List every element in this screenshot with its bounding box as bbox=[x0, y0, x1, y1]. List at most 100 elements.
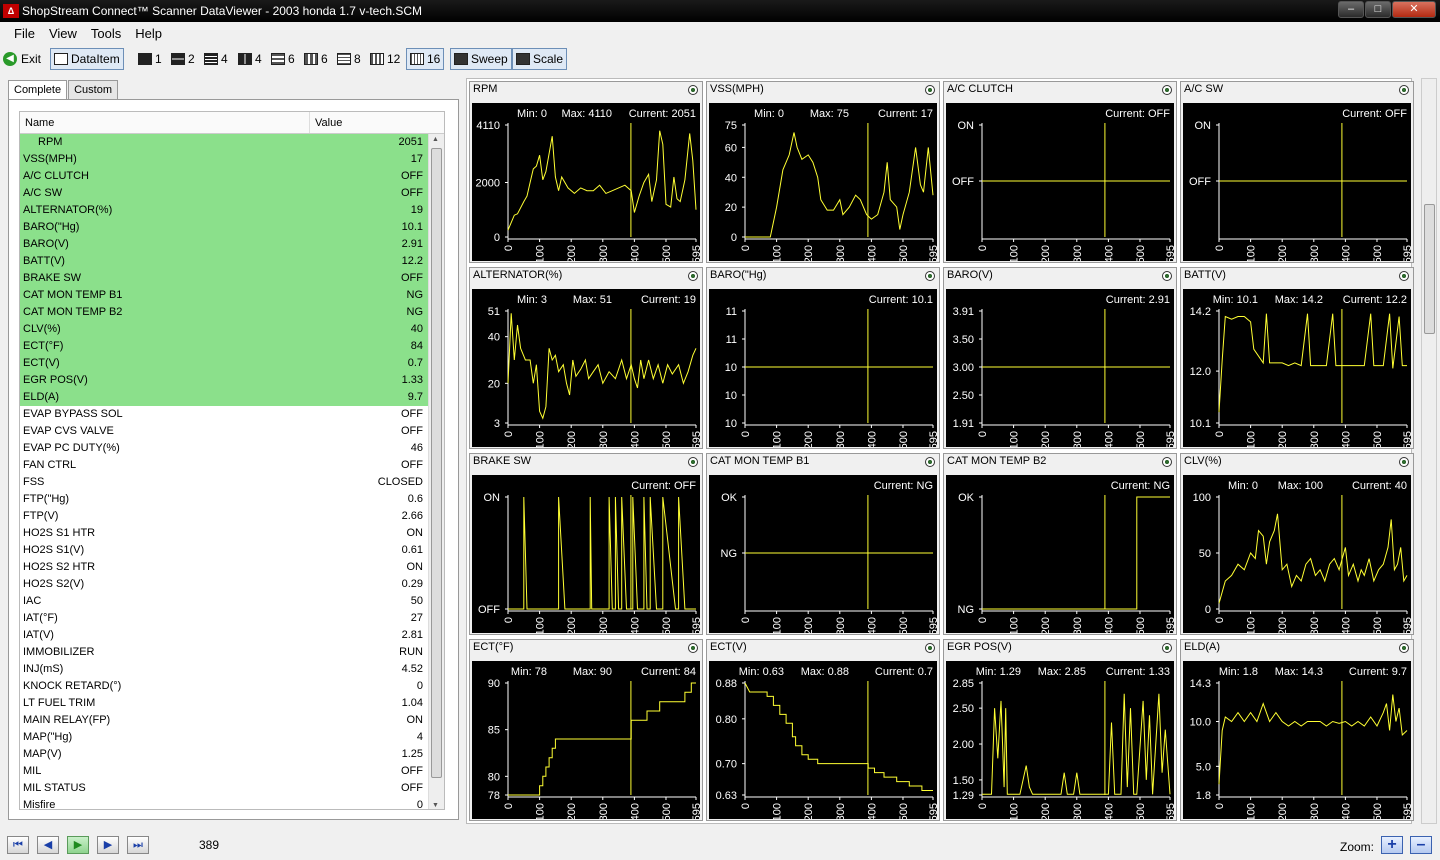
exit-button[interactable]: ◀ Exit bbox=[3, 48, 41, 70]
last-frame-button[interactable]: ⏭ bbox=[127, 836, 149, 854]
menu-tools[interactable]: Tools bbox=[77, 24, 121, 44]
chart-panel[interactable]: BARO("Hg) Current: 10.1 11 11 10 10 10 0 100 200 3… bbox=[706, 267, 940, 449]
table-row[interactable]: Misfire 0 bbox=[20, 797, 444, 809]
grid-scroll-thumb[interactable] bbox=[431, 148, 442, 778]
chart-option-icon[interactable] bbox=[1399, 85, 1409, 95]
scale-button[interactable]: Scale bbox=[512, 48, 568, 70]
table-row[interactable]: MAP(V) 1.25 bbox=[20, 746, 444, 763]
table-row[interactable]: ELD(A) 9.7 bbox=[20, 389, 444, 406]
table-row[interactable]: A/C CLUTCH OFF bbox=[20, 168, 444, 185]
chart-option-icon[interactable] bbox=[1162, 643, 1172, 653]
table-row[interactable]: IMMOBILIZER RUN bbox=[20, 644, 444, 661]
chart-panel[interactable]: BATT(V) Min: 10.1 Max: 14.2 Current: 12.2 14… bbox=[1180, 267, 1414, 449]
table-row[interactable]: MAP("Hg) 4 bbox=[20, 729, 444, 746]
table-row[interactable]: ALTERNATOR(%) 19 bbox=[20, 202, 444, 219]
table-row[interactable]: INJ(mS) 4.52 bbox=[20, 661, 444, 678]
table-row[interactable]: BRAKE SW OFF bbox=[20, 270, 444, 287]
chart-option-icon[interactable] bbox=[1399, 643, 1409, 653]
layout-4-button[interactable]: 4 bbox=[204, 48, 228, 70]
table-row[interactable]: EVAP BYPASS SOL OFF bbox=[20, 406, 444, 423]
prev-frame-button[interactable]: ◀ bbox=[37, 836, 59, 854]
chart-option-icon[interactable] bbox=[1399, 457, 1409, 467]
chart-panel[interactable]: ELD(A) Min: 1.8 Max: 14.3 Current: 9.7 14.3 1… bbox=[1180, 639, 1414, 821]
layout-2-button[interactable]: 2 bbox=[171, 48, 195, 70]
layout-16-button[interactable]: 16 bbox=[406, 48, 445, 70]
table-row[interactable]: MAIN RELAY(FP) ON bbox=[20, 712, 444, 729]
layout-1-button[interactable]: 1 bbox=[138, 48, 162, 70]
table-row[interactable]: CAT MON TEMP B1 NG bbox=[20, 287, 444, 304]
chart-panel[interactable]: ALTERNATOR(%) Min: 3 Max: 51 Current: 19 51 4… bbox=[469, 267, 703, 449]
table-row[interactable]: HO2S S1(V) 0.61 bbox=[20, 542, 444, 559]
layout-12-button[interactable]: 12 bbox=[370, 48, 400, 70]
chart-option-icon[interactable] bbox=[688, 457, 698, 467]
table-row[interactable]: LT FUEL TRIM 1.04 bbox=[20, 695, 444, 712]
table-row[interactable]: EGR POS(V) 1.33 bbox=[20, 372, 444, 389]
table-row[interactable]: EVAP CVS VALVE OFF bbox=[20, 423, 444, 440]
table-row[interactable]: MIL OFF bbox=[20, 763, 444, 780]
table-row[interactable]: FTP("Hg) 0.6 bbox=[20, 491, 444, 508]
chart-panel[interactable]: RPM Min: 0 Max: 4110 Current: 2051 4110 2000 0… bbox=[469, 81, 703, 263]
chart-option-icon[interactable] bbox=[1162, 457, 1172, 467]
play-button[interactable]: ▶ bbox=[67, 836, 89, 854]
chart-panel[interactable]: ECT(°F) Min: 78 Max: 90 Current: 84 90 85 80 78… bbox=[469, 639, 703, 821]
zoom-out-button[interactable]: – bbox=[1410, 836, 1432, 854]
table-row[interactable]: A/C SW OFF bbox=[20, 185, 444, 202]
close-button[interactable]: ✕ bbox=[1392, 1, 1436, 18]
chart-option-icon[interactable] bbox=[688, 85, 698, 95]
layout-8-button[interactable]: 8 bbox=[337, 48, 361, 70]
table-row[interactable]: IAT(V) 2.81 bbox=[20, 627, 444, 644]
table-row[interactable]: ECT(°F) 84 bbox=[20, 338, 444, 355]
table-row[interactable]: RPM 2051 bbox=[20, 134, 444, 151]
chart-panel[interactable]: A/C SW Current: OFF ON OFF 0 100 200 300 400 500 5… bbox=[1180, 81, 1414, 263]
chart-panel[interactable]: BRAKE SW Current: OFF ON OFF 0 100 200 300 400 50… bbox=[469, 453, 703, 635]
menu-view[interactable]: View bbox=[35, 24, 77, 44]
table-row[interactable]: MIL STATUS OFF bbox=[20, 780, 444, 797]
chart-option-icon[interactable] bbox=[688, 271, 698, 281]
menu-file[interactable]: File bbox=[0, 24, 35, 44]
table-row[interactable]: BATT(V) 12.2 bbox=[20, 253, 444, 270]
first-frame-button[interactable]: ⏮ bbox=[7, 836, 29, 854]
dataitem-button[interactable]: DataItem bbox=[50, 48, 124, 70]
table-row[interactable]: CAT MON TEMP B2 NG bbox=[20, 304, 444, 321]
chart-panel[interactable]: BARO(V) Current: 2.91 3.91 3.50 3.00 2.50 1.91… bbox=[943, 267, 1177, 449]
scroll-up-icon[interactable]: ▲ bbox=[432, 136, 439, 143]
table-row[interactable]: FTP(V) 2.66 bbox=[20, 508, 444, 525]
sweep-button[interactable]: Sweep bbox=[450, 48, 512, 70]
layout-6-button[interactable]: 6 bbox=[271, 48, 295, 70]
chart-panel[interactable]: VSS(MPH) Min: 0 Max: 75 Current: 17 75 60 40 20… bbox=[706, 81, 940, 263]
layout-4b-button[interactable]: 4 bbox=[238, 48, 262, 70]
layout-6b-button[interactable]: 6 bbox=[304, 48, 328, 70]
tab-complete[interactable]: Complete bbox=[8, 80, 68, 100]
table-row[interactable]: FAN CTRL OFF bbox=[20, 457, 444, 474]
table-row[interactable]: HO2S S2 HTR ON bbox=[20, 559, 444, 576]
chart-panel[interactable]: ECT(V) Min: 0.63 Max: 0.88 Current: 0.7 0.88… bbox=[706, 639, 940, 821]
next-frame-button[interactable]: ▶ bbox=[97, 836, 119, 854]
chart-scroll-thumb[interactable] bbox=[1424, 204, 1435, 334]
table-row[interactable]: KNOCK RETARD(°) 0 bbox=[20, 678, 444, 695]
tab-custom[interactable]: Custom bbox=[68, 80, 118, 100]
chart-option-icon[interactable] bbox=[1399, 271, 1409, 281]
grid-scrollbar[interactable]: ▲ ▼ bbox=[428, 134, 444, 809]
chart-panel[interactable]: CAT MON TEMP B2 Current: NG OK NG 0 100 200 300… bbox=[943, 453, 1177, 635]
table-row[interactable]: IAT(°F) 27 bbox=[20, 610, 444, 627]
chart-option-icon[interactable] bbox=[925, 457, 935, 467]
chart-option-icon[interactable] bbox=[925, 85, 935, 95]
table-row[interactable]: IAC 50 bbox=[20, 593, 444, 610]
table-row[interactable]: HO2S S1 HTR ON bbox=[20, 525, 444, 542]
chart-option-icon[interactable] bbox=[1162, 271, 1172, 281]
chart-option-icon[interactable] bbox=[925, 271, 935, 281]
chart-panel[interactable]: EGR POS(V) Min: 1.29 Max: 2.85 Current: 1.3… bbox=[943, 639, 1177, 821]
chart-scrollbar[interactable] bbox=[1421, 78, 1437, 824]
table-row[interactable]: HO2S S2(V) 0.29 bbox=[20, 576, 444, 593]
table-row[interactable]: ECT(V) 0.7 bbox=[20, 355, 444, 372]
chart-panel[interactable]: A/C CLUTCH Current: OFF ON OFF 0 100 200 300 400… bbox=[943, 81, 1177, 263]
table-row[interactable]: EVAP PC DUTY(%) 46 bbox=[20, 440, 444, 457]
table-row[interactable]: CLV(%) 40 bbox=[20, 321, 444, 338]
table-row[interactable]: VSS(MPH) 17 bbox=[20, 151, 444, 168]
table-row[interactable]: FSS CLOSED bbox=[20, 474, 444, 491]
chart-panel[interactable]: CLV(%) Min: 0 Max: 100 Current: 40 100 50 0 0 10… bbox=[1180, 453, 1414, 635]
chart-option-icon[interactable] bbox=[688, 643, 698, 653]
table-row[interactable]: BARO(V) 2.91 bbox=[20, 236, 444, 253]
chart-option-icon[interactable] bbox=[1162, 85, 1172, 95]
chart-panel[interactable]: CAT MON TEMP B1 Current: NG OK NG 0 100 200 300… bbox=[706, 453, 940, 635]
